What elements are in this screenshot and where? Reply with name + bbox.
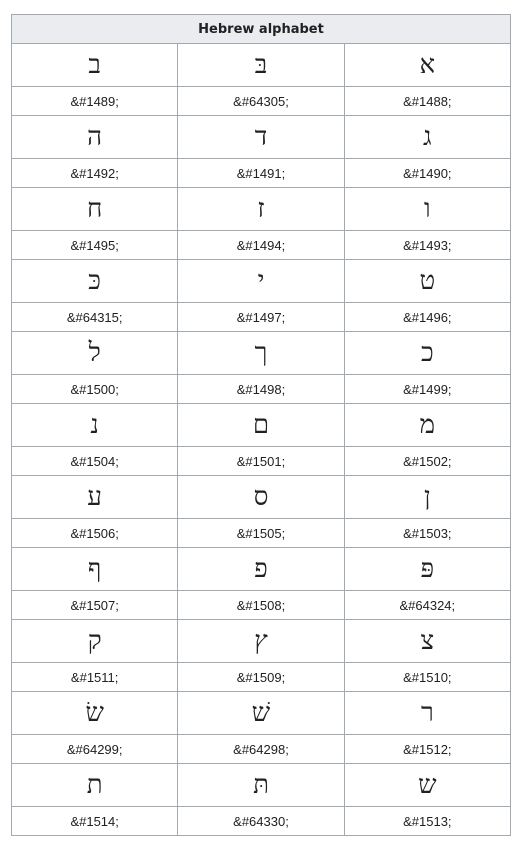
glyph-row: עסן: [10, 475, 512, 519]
html-entity-code-cell: &#64330;: [177, 806, 345, 836]
letter-glyph-cell: תּ: [177, 763, 345, 807]
html-entity-code-cell: &#64315;: [10, 302, 179, 332]
letter-glyph-cell: פּ: [343, 547, 512, 591]
code-row: &#1495; &#1494; &#1493;: [10, 230, 512, 260]
html-entity-code-cell: &#1509;: [177, 662, 345, 692]
glyph-row: תתּש: [10, 763, 512, 807]
letter-glyph-cell: י: [177, 259, 345, 303]
letter-glyph-cell: מ: [343, 403, 512, 447]
html-entity-code-cell: &#1514;: [10, 806, 179, 836]
letter-glyph-cell: ק: [10, 619, 179, 663]
letter-glyph-cell: ו: [343, 187, 512, 231]
glyph-row: ףפפּ: [10, 547, 512, 591]
letter-glyph-cell: פ: [177, 547, 345, 591]
html-entity-code-cell: &#1490;: [343, 158, 512, 188]
letter-glyph-cell: ס: [177, 475, 345, 519]
html-entity-code-cell: &#1496;: [343, 302, 512, 332]
html-entity-code-cell: &#1493;: [343, 230, 512, 260]
html-entity-code-cell: &#1503;: [343, 518, 512, 548]
letter-glyph-cell: ט: [343, 259, 512, 303]
html-entity-code-cell: &#64299;: [10, 734, 179, 764]
glyph-row: כּיט: [10, 259, 512, 303]
table-header-row: Hebrew alphabet: [11, 14, 511, 44]
letter-glyph-cell: שׁ: [177, 691, 345, 735]
hebrew-alphabet-table-container: Hebrew alphabet ב בּ א &#1489; &#64305; &#1488…: [10, 14, 512, 836]
code-row: &#1504; &#1501; &#1502;: [10, 446, 512, 476]
glyph-row: בבּא: [10, 43, 512, 87]
letter-glyph-cell: בּ: [177, 43, 345, 87]
html-entity-code-cell: &#1506;: [10, 518, 179, 548]
table-title: Hebrew alphabet: [11, 14, 511, 44]
letter-glyph-cell: ג: [343, 115, 512, 159]
code-row: &#1492; &#1491; &#1490;: [10, 158, 512, 188]
html-entity-code-cell: &#64305;: [177, 86, 345, 116]
letter-glyph-cell: ש: [343, 763, 512, 807]
letter-glyph-cell: א: [343, 43, 512, 87]
code-row: &#1489; &#64305; &#1488;: [10, 86, 512, 116]
glyph-row: שׂשׁר: [10, 691, 512, 735]
code-row: &#1511; &#1509; &#1510;: [10, 662, 512, 692]
code-row: &#1506; &#1505; &#1503;: [10, 518, 512, 548]
letter-glyph-cell: ר: [343, 691, 512, 735]
letter-glyph-cell: ת: [10, 763, 179, 807]
code-row: &#1500; &#1498; &#1499;: [10, 374, 512, 404]
letter-glyph-cell: ף: [10, 547, 179, 591]
html-entity-code-cell: &#1492;: [10, 158, 179, 188]
letter-glyph-cell: שׂ: [10, 691, 179, 735]
html-entity-code-cell: &#1505;: [177, 518, 345, 548]
html-entity-code-cell: &#1488;: [343, 86, 512, 116]
letter-glyph-cell: ע: [10, 475, 179, 519]
code-row: &#64315; &#1497; &#1496;: [10, 302, 512, 332]
html-entity-code-cell: &#1500;: [10, 374, 179, 404]
html-entity-code-cell: &#1510;: [343, 662, 512, 692]
letter-glyph-cell: ן: [343, 475, 512, 519]
letter-glyph-cell: כּ: [10, 259, 179, 303]
html-entity-code-cell: &#1491;: [177, 158, 345, 188]
letter-glyph-cell: ב: [10, 43, 179, 87]
glyph-row: קץצ: [10, 619, 512, 663]
html-entity-code-cell: &#1499;: [343, 374, 512, 404]
glyph-row: הדג: [10, 115, 512, 159]
html-entity-code-cell: &#1489;: [10, 86, 179, 116]
html-entity-code-cell: &#1504;: [10, 446, 179, 476]
letter-glyph-cell: ך: [177, 331, 345, 375]
letter-glyph-cell: ה: [10, 115, 179, 159]
html-entity-code-cell: &#1508;: [177, 590, 345, 620]
html-entity-code-cell: &#1498;: [177, 374, 345, 404]
html-entity-code-cell: &#1511;: [10, 662, 179, 692]
letter-glyph-cell: כ: [343, 331, 512, 375]
html-entity-code-cell: &#1502;: [343, 446, 512, 476]
html-entity-code-cell: &#64324;: [343, 590, 512, 620]
hebrew-alphabet-table: Hebrew alphabet ב בּ א &#1489; &#64305; &#1488…: [10, 14, 512, 836]
glyph-row: חזו: [10, 187, 512, 231]
html-entity-code-cell: &#1507;: [10, 590, 179, 620]
letter-glyph-cell: ח: [10, 187, 179, 231]
code-row: &#64299; &#64298; &#1512;: [10, 734, 512, 764]
html-entity-code-cell: &#1501;: [177, 446, 345, 476]
letter-glyph-cell: ם: [177, 403, 345, 447]
html-entity-code-cell: &#1497;: [177, 302, 345, 332]
glyph-row: נםמ: [10, 403, 512, 447]
html-entity-code-cell: &#1495;: [10, 230, 179, 260]
code-row: &#1507; &#1508; &#64324;: [10, 590, 512, 620]
html-entity-code-cell: &#1513;: [343, 806, 512, 836]
letter-glyph-cell: צ: [343, 619, 512, 663]
html-entity-code-cell: &#1494;: [177, 230, 345, 260]
html-entity-code-cell: &#1512;: [343, 734, 512, 764]
letter-glyph-cell: ץ: [177, 619, 345, 663]
letter-glyph-cell: ז: [177, 187, 345, 231]
glyph-row: לךכ: [10, 331, 512, 375]
html-entity-code-cell: &#64298;: [177, 734, 345, 764]
code-row: &#1514; &#64330; &#1513;: [10, 806, 512, 836]
table-body: ב בּ א &#1489; &#64305; &#1488; ה ד ג &#1492; &#149…: [10, 43, 512, 836]
letter-glyph-cell: נ: [10, 403, 179, 447]
letter-glyph-cell: ד: [177, 115, 345, 159]
letter-glyph-cell: ל: [10, 331, 179, 375]
